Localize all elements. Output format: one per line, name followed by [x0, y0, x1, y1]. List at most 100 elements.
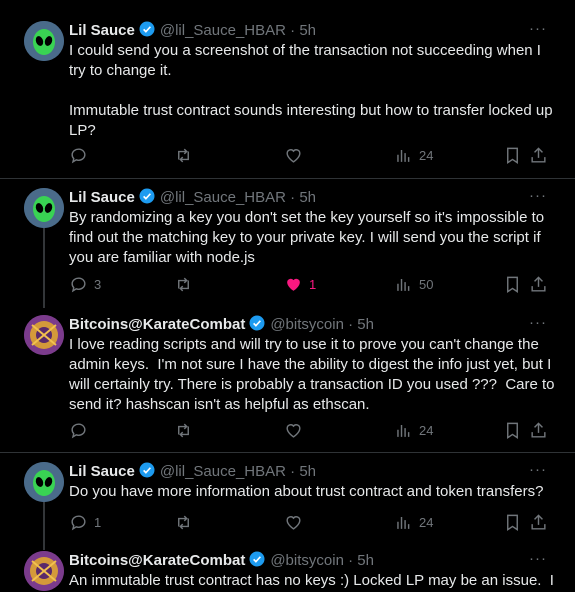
tweet[interactable]: Lil Sauce @lil_Sauce_HBAR · 5h ··· By ran…: [0, 178, 575, 307]
more-options-icon[interactable]: ···: [529, 187, 547, 204]
heart-icon: [286, 516, 301, 530]
tweet[interactable]: Lil Sauce @lil_Sauce_HBAR · 5h ··· Do you…: [0, 452, 575, 541]
share-button[interactable]: [529, 421, 548, 440]
share-icon: [531, 422, 546, 438]
bookmark-button[interactable]: [503, 421, 522, 440]
like-button[interactable]: [284, 513, 309, 532]
more-options-icon[interactable]: ···: [529, 461, 547, 478]
views-button[interactable]: 24: [394, 421, 433, 440]
bookmark-button[interactable]: [503, 513, 522, 532]
view-count: 50: [419, 277, 434, 292]
like-button[interactable]: 1: [284, 275, 316, 294]
more-options-icon[interactable]: ···: [529, 20, 547, 37]
reply-count: 1: [94, 515, 102, 530]
heart-icon: [286, 149, 301, 163]
heart-icon: [286, 424, 301, 438]
views-icon: [397, 149, 410, 162]
views-button[interactable]: 24: [394, 513, 433, 532]
tweet[interactable]: Bitcoins@KarateCombat @bitsycoin · 5h ···…: [0, 306, 575, 452]
karate-combat-icon: [24, 551, 64, 591]
author-handle[interactable]: @lil_Sauce_HBAR: [160, 189, 286, 206]
share-icon: [531, 276, 546, 292]
action-bar: 24: [69, 421, 549, 441]
like-button[interactable]: [284, 421, 309, 440]
view-count: 24: [419, 423, 434, 438]
tweet-text: An immutable trust contract has no keys …: [69, 572, 554, 589]
retweet-icon: [178, 148, 189, 163]
share-button[interactable]: [529, 146, 548, 165]
bookmark-icon: [507, 147, 518, 164]
views-icon: [397, 516, 410, 529]
reply-button[interactable]: 3: [69, 275, 101, 294]
separator-dot: ·: [290, 22, 296, 39]
alien-icon: [24, 188, 64, 228]
views-icon: [397, 278, 410, 291]
avatar[interactable]: [24, 462, 64, 502]
author-handle[interactable]: @lil_Sauce_HBAR: [160, 463, 286, 480]
author-handle[interactable]: @bitsycoin: [270, 316, 344, 333]
author-handle[interactable]: @lil_Sauce_HBAR: [160, 22, 286, 39]
reply-button[interactable]: [69, 421, 94, 440]
avatar[interactable]: [24, 551, 64, 591]
like-button[interactable]: [284, 146, 309, 165]
reply-icon: [71, 148, 86, 164]
timestamp[interactable]: 5h: [299, 22, 316, 39]
heart-filled-icon: [287, 278, 300, 291]
tweet[interactable]: Bitcoins@KarateCombat @bitsycoin · 5h ···…: [0, 540, 575, 592]
reply-icon: [71, 277, 86, 293]
share-button[interactable]: [529, 275, 548, 294]
retweet-icon: [178, 515, 189, 530]
retweet-button[interactable]: [174, 275, 199, 294]
tweet-text: I love reading scripts and will try to u…: [69, 336, 559, 413]
author-name[interactable]: Bitcoins@KarateCombat: [69, 316, 245, 333]
retweet-icon: [178, 423, 189, 438]
like-count: 1: [309, 277, 317, 292]
tweet-text: Do you have more information about trust…: [69, 483, 544, 500]
bookmark-button[interactable]: [503, 275, 522, 294]
author-handle[interactable]: @bitsycoin: [270, 552, 344, 569]
more-options-icon[interactable]: ···: [529, 314, 547, 331]
bookmark-button[interactable]: [503, 146, 522, 165]
action-bar: 1 24: [69, 513, 549, 533]
more-options-icon[interactable]: ···: [529, 550, 547, 567]
retweet-button[interactable]: [174, 421, 199, 440]
views-button[interactable]: 50: [394, 275, 433, 294]
view-count: 24: [419, 515, 434, 530]
reply-button[interactable]: 1: [69, 513, 101, 532]
bookmark-icon: [507, 514, 518, 531]
retweet-button[interactable]: [174, 146, 199, 165]
share-button[interactable]: [529, 513, 548, 532]
reply-count: 3: [94, 277, 102, 292]
retweet-button[interactable]: [174, 513, 199, 532]
views-icon: [397, 424, 410, 437]
action-bar: 24: [69, 146, 549, 166]
bookmark-icon: [507, 276, 518, 293]
tweet[interactable]: Lil Sauce @lil_Sauce_HBAR · 5h ··· I coul…: [0, 0, 575, 178]
alien-icon: [24, 21, 64, 61]
separator-dot: ·: [348, 316, 354, 333]
avatar[interactable]: [24, 315, 64, 355]
retweet-icon: [178, 277, 189, 292]
author-name[interactable]: Lil Sauce: [69, 463, 135, 480]
timestamp[interactable]: 5h: [299, 189, 316, 206]
separator-dot: ·: [290, 189, 296, 206]
separator-dot: ·: [290, 463, 296, 480]
reply-icon: [71, 515, 86, 531]
share-icon: [531, 147, 546, 163]
share-icon: [531, 514, 546, 530]
timestamp[interactable]: 5h: [357, 552, 374, 569]
author-name[interactable]: Bitcoins@KarateCombat: [69, 552, 245, 569]
timestamp[interactable]: 5h: [299, 463, 316, 480]
author-name[interactable]: Lil Sauce: [69, 22, 135, 39]
author-name[interactable]: Lil Sauce: [69, 189, 135, 206]
reply-button[interactable]: [69, 146, 94, 165]
views-button[interactable]: 24: [394, 146, 433, 165]
avatar[interactable]: [24, 188, 64, 228]
reply-icon: [71, 423, 86, 439]
bookmark-icon: [507, 422, 518, 439]
view-count: 24: [419, 148, 434, 163]
tweet-text: I could send you a screenshot of the tra…: [69, 42, 553, 139]
timestamp[interactable]: 5h: [357, 316, 374, 333]
avatar[interactable]: [24, 21, 64, 61]
separator-dot: ·: [348, 552, 354, 569]
